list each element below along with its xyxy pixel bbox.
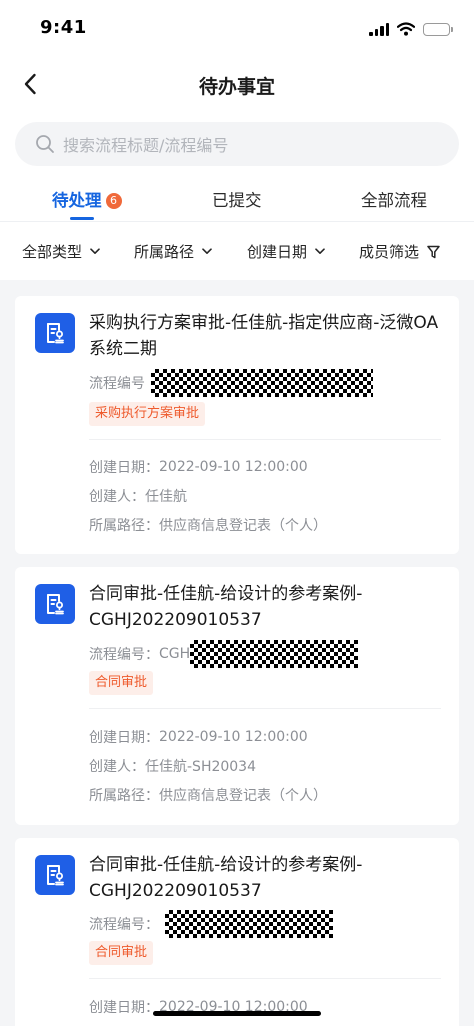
created-date-label: 创建日期： — [89, 1000, 159, 1016]
filter-path[interactable]: 所属路径 — [134, 241, 212, 262]
approval-doc-icon — [35, 313, 75, 353]
process-type-tag: 合同审批 — [89, 671, 154, 695]
path-label: 所属路径： — [89, 788, 159, 804]
tab-all-processes[interactable]: 全部流程 — [361, 187, 427, 211]
tab-submitted[interactable]: 已提交 — [212, 187, 262, 211]
path-value: 供应商信息登记表（个人） — [159, 518, 327, 534]
creator-row: 创建人： 任佳航 — [89, 486, 187, 506]
tab-bar: 待处理 6 已提交 全部流程 — [0, 178, 474, 222]
active-tab-indicator — [70, 217, 94, 220]
wifi-icon — [397, 22, 415, 36]
battery-icon — [423, 22, 453, 36]
card-title: 采购执行方案审批-任佳航-指定供应商-泛微OA系统二期 — [89, 313, 439, 359]
status-icons — [369, 20, 453, 38]
card-divider — [89, 439, 441, 440]
filter-member[interactable]: 成员筛选 — [359, 241, 440, 262]
redacted-process-number — [165, 910, 333, 938]
signal-icon — [369, 22, 389, 36]
process-number-row: 流程编号： — [89, 910, 333, 938]
filter-label: 成员筛选 — [359, 243, 420, 261]
process-card[interactable]: 合同审批-任佳航-给设计的参考案例-CGHJ202209010537 流程编号：… — [15, 567, 459, 825]
filter-bar: 全部类型 所属路径 创建日期 成员筛选 — [0, 228, 474, 274]
filter-label: 创建日期 — [247, 243, 308, 261]
process-number-row: 流程编号： CGH — [89, 640, 359, 668]
process-number-label: 流程编号： — [89, 647, 159, 663]
redacted-process-number — [151, 369, 373, 397]
pending-count-badge: 6 — [105, 193, 122, 209]
process-card[interactable]: 采购执行方案审批-任佳航-指定供应商-泛微OA系统二期 流程编号 采购执行方案审… — [15, 296, 459, 554]
creator-row: 创建人： 任佳航-SH20034 — [89, 756, 256, 776]
search-input[interactable]: 搜索流程标题/流程编号 — [15, 122, 459, 166]
search-icon — [36, 135, 54, 153]
created-date-value: 2022-09-10 12:00:00 — [159, 729, 308, 745]
filter-label: 所属路径 — [134, 243, 195, 261]
created-date-label: 创建日期： — [89, 730, 159, 746]
approval-doc-icon — [35, 855, 75, 895]
approval-doc-icon — [35, 584, 75, 624]
home-indicator — [153, 1011, 321, 1016]
search-placeholder: 搜索流程标题/流程编号 — [63, 136, 229, 155]
created-date-row: 创建日期： 2022-09-10 12:00:00 — [89, 727, 308, 747]
created-date-value: 2022-09-10 12:00:00 — [159, 459, 308, 475]
status-bar: 9:41 — [0, 0, 474, 58]
card-title: 合同审批-任佳航-给设计的参考案例-CGHJ202209010537 — [89, 584, 363, 630]
tab-label: 全部流程 — [361, 191, 427, 210]
header-area: 9:41 待办事宜 搜索流程标题/流程编号 待处理 6 已提交 全部流程 全部类… — [0, 0, 474, 280]
creator-value: 任佳航 — [145, 489, 187, 505]
path-value: 供应商信息登记表（个人） — [159, 788, 327, 804]
process-number-prefix: CGH — [159, 646, 191, 662]
creator-label: 创建人： — [89, 759, 145, 775]
process-number-row: 流程编号 — [89, 369, 373, 397]
path-row: 所属路径： 供应商信息登记表（个人） — [89, 515, 327, 535]
path-label: 所属路径： — [89, 518, 159, 534]
chevron-down-icon — [90, 248, 100, 254]
process-type-tag: 合同审批 — [89, 941, 154, 965]
created-date-label: 创建日期： — [89, 460, 159, 476]
tab-label: 待处理 — [52, 191, 102, 210]
card-title: 合同审批-任佳航-给设计的参考案例-CGHJ202209010537 — [89, 855, 363, 901]
process-number-label: 流程编号 — [89, 376, 145, 392]
process-number-label: 流程编号： — [89, 917, 159, 933]
tab-label: 已提交 — [212, 191, 262, 210]
chevron-down-icon — [202, 248, 212, 254]
path-row: 所属路径： 供应商信息登记表（个人） — [89, 785, 327, 805]
filter-date[interactable]: 创建日期 — [247, 241, 325, 262]
page-title: 待办事宜 — [198, 76, 275, 98]
created-date-row: 创建日期： 2022-09-10 12:00:00 — [89, 457, 308, 477]
creator-value: 任佳航-SH20034 — [145, 759, 257, 775]
filter-label: 全部类型 — [22, 243, 83, 261]
filter-type[interactable]: 全部类型 — [22, 241, 100, 262]
process-type-tag: 采购执行方案审批 — [89, 402, 206, 426]
tab-pending[interactable]: 待处理 6 — [52, 187, 122, 211]
redacted-process-number — [190, 640, 359, 668]
card-divider — [89, 978, 441, 979]
process-card[interactable]: 合同审批-任佳航-给设计的参考案例-CGHJ202209010537 流程编号：… — [15, 838, 459, 1026]
funnel-icon — [427, 245, 440, 258]
creator-label: 创建人： — [89, 489, 145, 505]
status-time: 9:41 — [40, 17, 87, 38]
chevron-down-icon — [315, 248, 325, 254]
card-divider — [89, 708, 441, 709]
nav-bar: 待办事宜 — [0, 58, 474, 110]
